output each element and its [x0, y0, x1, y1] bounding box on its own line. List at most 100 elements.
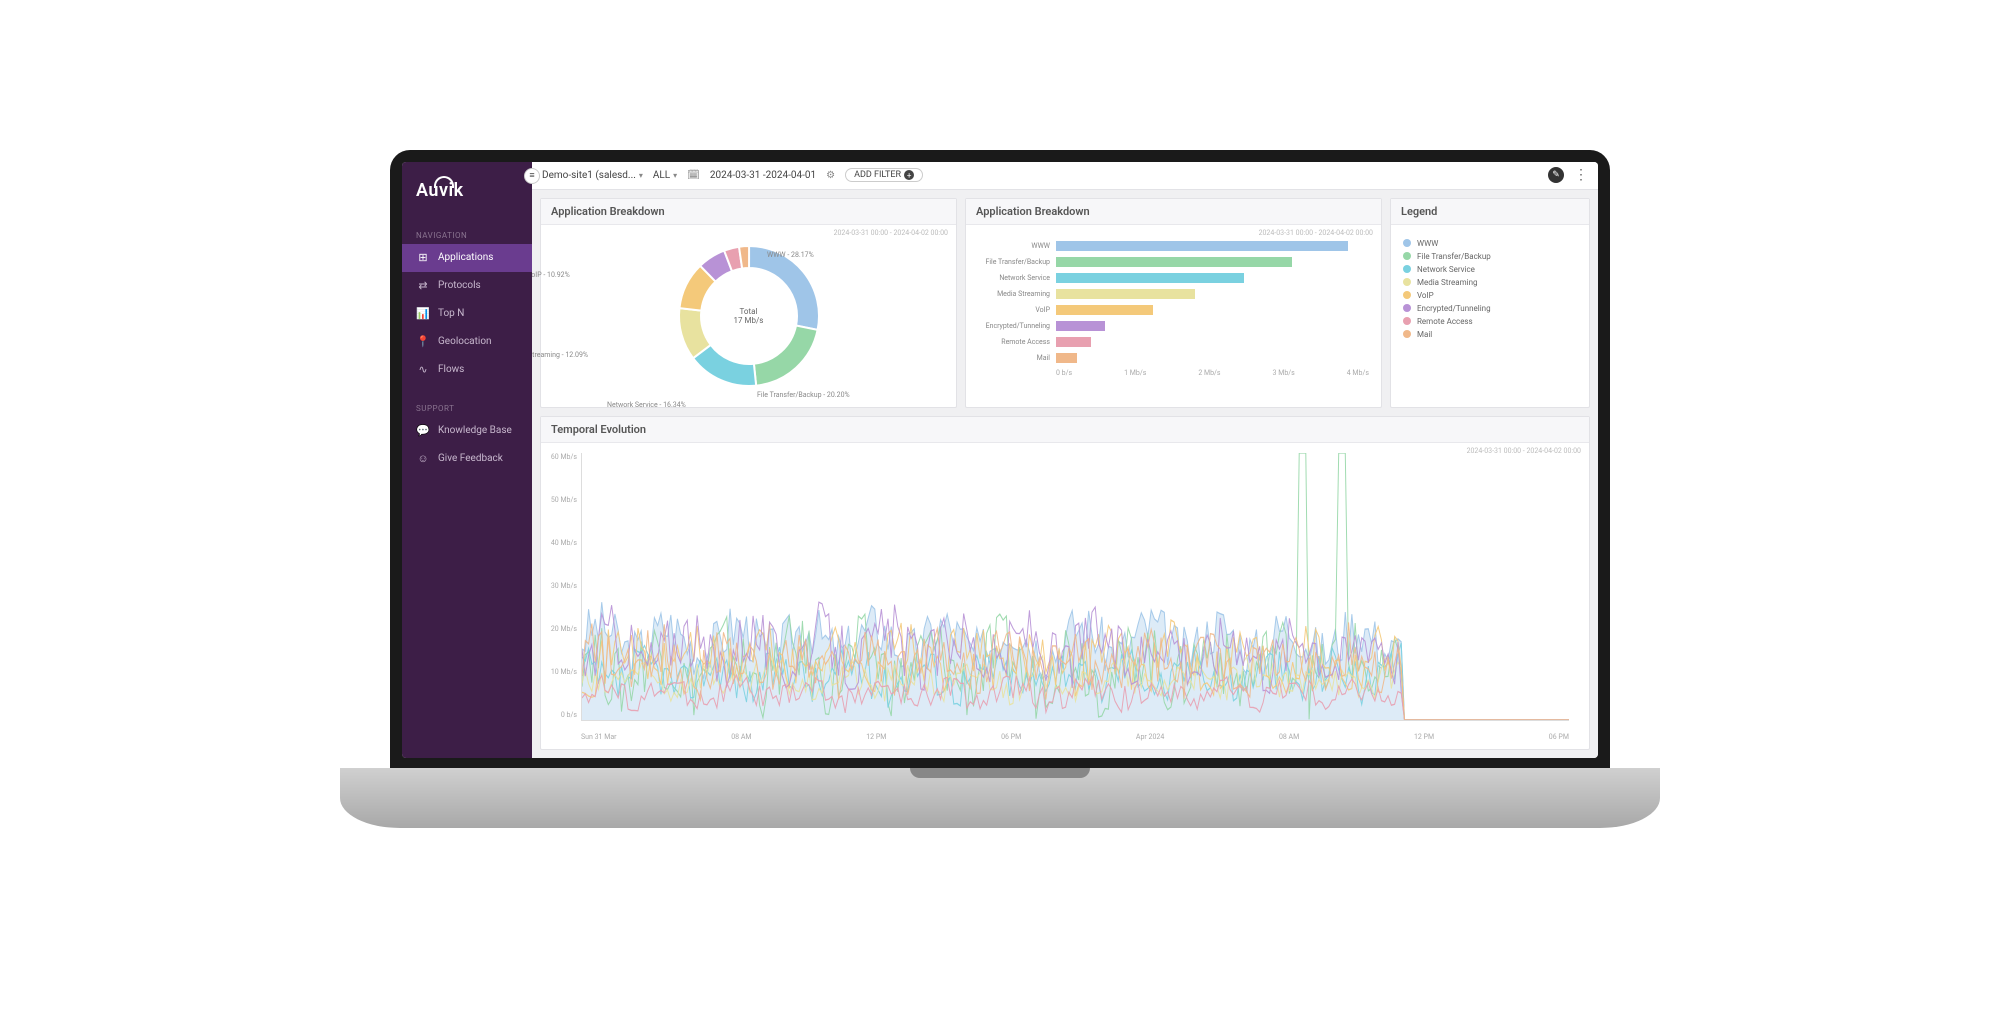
bar-fill [1056, 321, 1105, 331]
bar-row: WWW [978, 241, 1369, 251]
legend-list: WWW File Transfer/Backup Network Service Me… [1397, 231, 1583, 347]
topbar: ≡ Demo-site1 (salesd... ALL 🗓 2024-03-31… [532, 162, 1598, 190]
legend-item[interactable]: Media Streaming [1403, 278, 1577, 287]
bar-label: Mail [978, 354, 1050, 362]
sidebar-item-give-feedback[interactable]: ☺Give Feedback [402, 445, 532, 473]
bar-label: VoIP [978, 306, 1050, 314]
bar-row: Network Service [978, 273, 1369, 283]
brand-logo: Auvik [402, 162, 532, 225]
bar-x-axis: 0 b/s1 Mb/s2 Mb/s3 Mb/s4 Mb/s [1056, 369, 1369, 377]
legend-item[interactable]: File Transfer/Backup [1403, 252, 1577, 261]
bar-row: VoIP [978, 305, 1369, 315]
x-axis: Sun 31 Mar08 AM12 PM06 PMApr 202408 AM12… [581, 733, 1569, 741]
nav-label: Applications [438, 252, 493, 263]
bar-label: Encrypted/Tunneling [978, 322, 1050, 330]
bar-label: Network Service [978, 274, 1050, 282]
dashboard-content: Application Breakdown 2024-03-31 00:00 -… [532, 190, 1598, 758]
sidebar-item-flows[interactable]: ∿ Flows [402, 356, 532, 384]
donut-center-label: Total [734, 307, 764, 316]
laptop-mockup: Auvik NAVIGATION ⊞ Applications ⇄ Protocols… [390, 150, 1610, 870]
legend-label: Remote Access [1417, 317, 1473, 326]
bar-fill [1056, 241, 1348, 251]
sidebar-item-applications[interactable]: ⊞ Applications [402, 244, 532, 272]
more-menu-icon[interactable]: ⋮ [1574, 167, 1588, 183]
donut-slice-label: WWW - 28.17% [767, 251, 814, 259]
panel-title: Application Breakdown [541, 199, 956, 225]
temporal-plot [581, 453, 1569, 721]
bar-fill [1056, 257, 1292, 267]
filter-icon: ⚙ [826, 170, 835, 181]
legend-label: Media Streaming [1417, 278, 1478, 287]
legend-panel: Legend WWW File Transfer/Backup Network Se… [1390, 198, 1590, 408]
nav-header: NAVIGATION [402, 225, 532, 244]
donut-panel: Application Breakdown 2024-03-31 00:00 -… [540, 198, 957, 408]
line-chart [582, 453, 1569, 720]
legend-item[interactable]: Network Service [1403, 265, 1577, 274]
bar-fill [1056, 289, 1195, 299]
legend-dot-icon [1403, 265, 1411, 273]
legend-label: Mail [1417, 330, 1432, 339]
sidebar-item-geolocation[interactable]: 📍Geolocation [402, 328, 532, 356]
legend-item[interactable]: Encrypted/Tunneling [1403, 304, 1577, 313]
site-selector[interactable]: Demo-site1 (salesd... [542, 170, 643, 181]
nav-icon: 📊 [416, 307, 430, 321]
timestamp-label: 2024-03-31 00:00 - 2024-04-02 00:00 [1259, 229, 1373, 237]
bar-row: Encrypted/Tunneling [978, 321, 1369, 331]
legend-dot-icon [1403, 291, 1411, 299]
legend-dot-icon [1403, 304, 1411, 312]
sidebar-toggle-button[interactable]: ≡ [524, 168, 540, 184]
laptop-base [340, 768, 1660, 828]
panel-title: Legend [1391, 199, 1589, 225]
legend-dot-icon [1403, 330, 1411, 338]
bar-fill [1056, 353, 1077, 363]
sidebar-item-knowledge-base[interactable]: 💬 Knowledge Base [402, 417, 532, 445]
nav-icon: ☺ [416, 452, 430, 466]
legend-item[interactable]: Remote Access [1403, 317, 1577, 326]
bar-label: Media Streaming [978, 290, 1050, 298]
legend-item[interactable]: Mail [1403, 330, 1577, 339]
legend-item[interactable]: WWW [1403, 239, 1577, 248]
bar-label: Remote Access [978, 338, 1050, 346]
legend-dot-icon [1403, 278, 1411, 286]
bar-chart: WWW File Transfer/Backup Network Service Me… [972, 231, 1375, 401]
sidebar-item-top-n[interactable]: 📊 Top N [402, 300, 532, 328]
nav-label: Flows [438, 364, 464, 375]
laptop-bezel: Auvik NAVIGATION ⊞ Applications ⇄ Protocols… [390, 150, 1610, 770]
nav-icon: ⇄ [416, 279, 430, 293]
nav-icon: ⊞ [416, 251, 430, 265]
sidebar-item-protocols[interactable]: ⇄ Protocols [402, 272, 532, 300]
nav-label: Knowledge Base [438, 425, 512, 436]
legend-label: Encrypted/Tunneling [1417, 304, 1491, 313]
add-filter-button[interactable]: ADD FILTER [845, 168, 923, 182]
legend-label: VoIP [1417, 291, 1434, 300]
nav-label: Top N [438, 308, 464, 319]
nav-icon: 💬 [416, 424, 430, 438]
legend-dot-icon [1403, 317, 1411, 325]
y-axis: 60 Mb/s50 Mb/s40 Mb/s30 Mb/s20 Mb/s10 Mb… [547, 453, 577, 719]
legend-dot-icon [1403, 239, 1411, 247]
donut-slice-label: Media Streaming - 12.09% [532, 351, 588, 359]
edit-icon[interactable]: ✎ [1548, 167, 1564, 183]
donut-slice-label: Network Service - 16.34% [607, 401, 686, 409]
panel-title: Temporal Evolution [541, 417, 1589, 443]
panel-title: Application Breakdown [966, 199, 1381, 225]
bar-fill [1056, 305, 1153, 315]
legend-label: Network Service [1417, 265, 1475, 274]
app-screen: Auvik NAVIGATION ⊞ Applications ⇄ Protocols… [402, 162, 1598, 758]
nav-label: Protocols [438, 280, 481, 291]
date-range-picker[interactable]: 2024-03-31 -2024-04-01 [710, 170, 816, 181]
temporal-panel: Temporal Evolution 2024-03-31 00:00 - 20… [540, 416, 1590, 750]
nav-icon: ∿ [416, 363, 430, 377]
legend-label: WWW [1417, 239, 1438, 248]
donut-slice-label: File Transfer/Backup - 20.20% [757, 391, 850, 399]
bar-label: File Transfer/Backup [978, 258, 1050, 266]
bar-panel: Application Breakdown 2024-03-31 00:00 -… [965, 198, 1382, 408]
support-header: SUPPORT [402, 398, 532, 417]
main-area: ≡ Demo-site1 (salesd... ALL 🗓 2024-03-31… [532, 162, 1598, 758]
bar-fill [1056, 273, 1244, 283]
legend-item[interactable]: VoIP [1403, 291, 1577, 300]
calendar-icon: 🗓 [687, 170, 700, 181]
scope-selector[interactable]: ALL [653, 170, 677, 181]
legend-dot-icon [1403, 252, 1411, 260]
bar-row: Remote Access [978, 337, 1369, 347]
